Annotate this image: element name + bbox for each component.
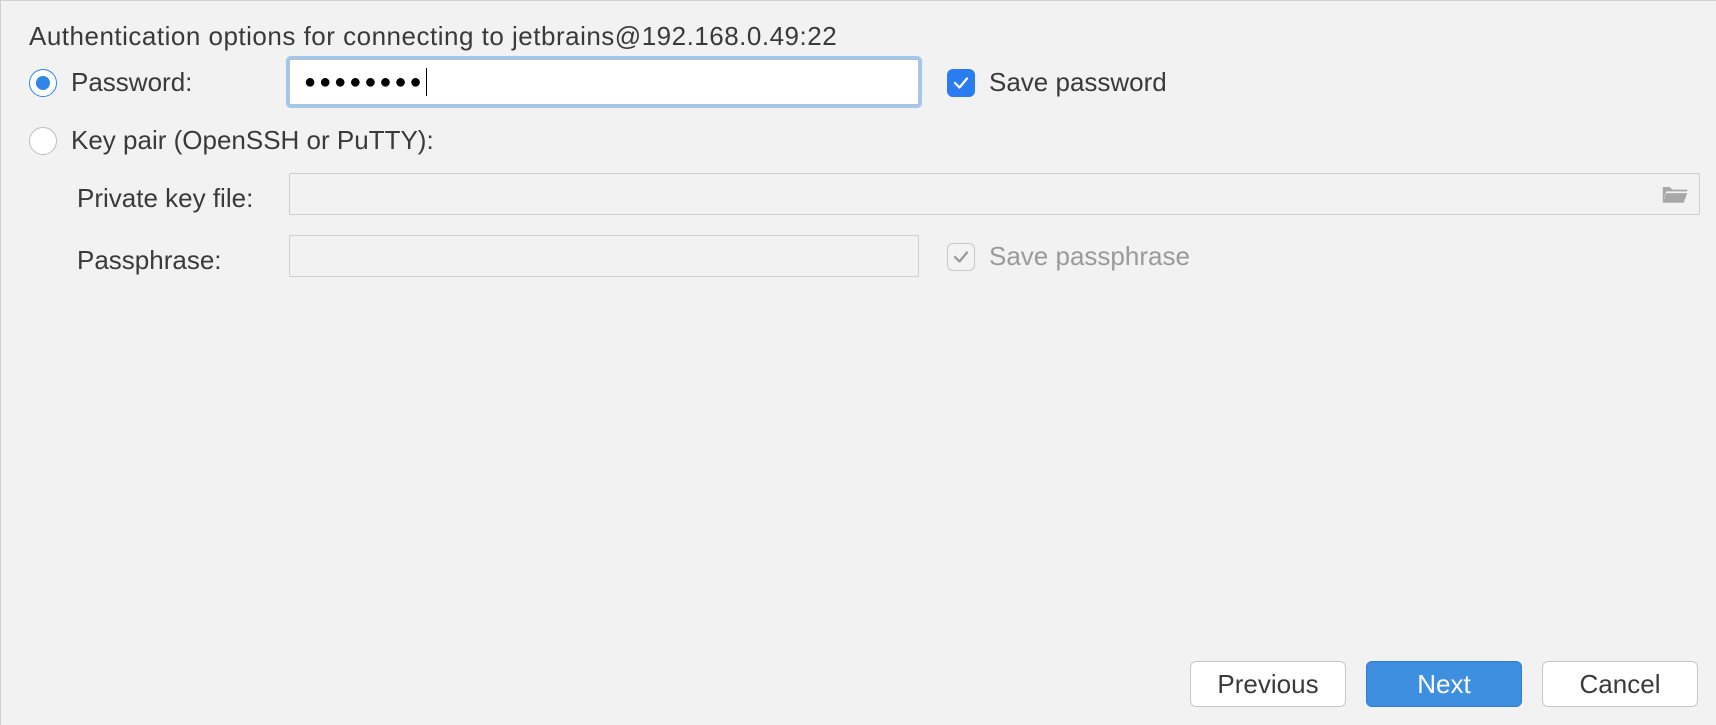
save-password-label: Save password bbox=[989, 67, 1167, 98]
previous-button[interactable]: Previous bbox=[1190, 661, 1346, 707]
dialog-heading: Authentication options for connecting to… bbox=[29, 21, 837, 52]
check-icon bbox=[952, 74, 970, 92]
passphrase-label: Passphrase: bbox=[77, 245, 222, 276]
button-bar: Previous Next Cancel bbox=[1190, 661, 1698, 707]
save-passphrase-checkbox bbox=[947, 243, 975, 271]
radio-keypair[interactable] bbox=[29, 127, 57, 155]
cancel-button[interactable]: Cancel bbox=[1542, 661, 1698, 707]
private-key-file-label: Private key file: bbox=[77, 183, 253, 214]
radio-password[interactable] bbox=[29, 69, 57, 97]
passphrase-input[interactable] bbox=[289, 235, 919, 277]
auth-dialog: Authentication options for connecting to… bbox=[0, 0, 1716, 725]
auth-method-password[interactable]: Password: bbox=[29, 67, 192, 98]
next-button[interactable]: Next bbox=[1366, 661, 1522, 707]
save-password-checkbox[interactable] bbox=[947, 69, 975, 97]
private-key-file-input[interactable] bbox=[289, 173, 1700, 215]
password-label: Password: bbox=[71, 67, 192, 98]
save-passphrase-label: Save passphrase bbox=[989, 241, 1190, 272]
text-caret bbox=[426, 68, 427, 96]
save-password-row[interactable]: Save password bbox=[947, 67, 1167, 98]
check-icon bbox=[952, 248, 970, 266]
password-input[interactable]: ●●●●●●●● bbox=[289, 59, 919, 105]
save-passphrase-row: Save passphrase bbox=[947, 241, 1190, 272]
password-value-masked: ●●●●●●●● bbox=[304, 71, 425, 94]
auth-method-keypair[interactable]: Key pair (OpenSSH or PuTTY): bbox=[29, 125, 434, 156]
folder-open-icon[interactable] bbox=[1661, 182, 1689, 206]
keypair-label: Key pair (OpenSSH or PuTTY): bbox=[71, 125, 434, 156]
